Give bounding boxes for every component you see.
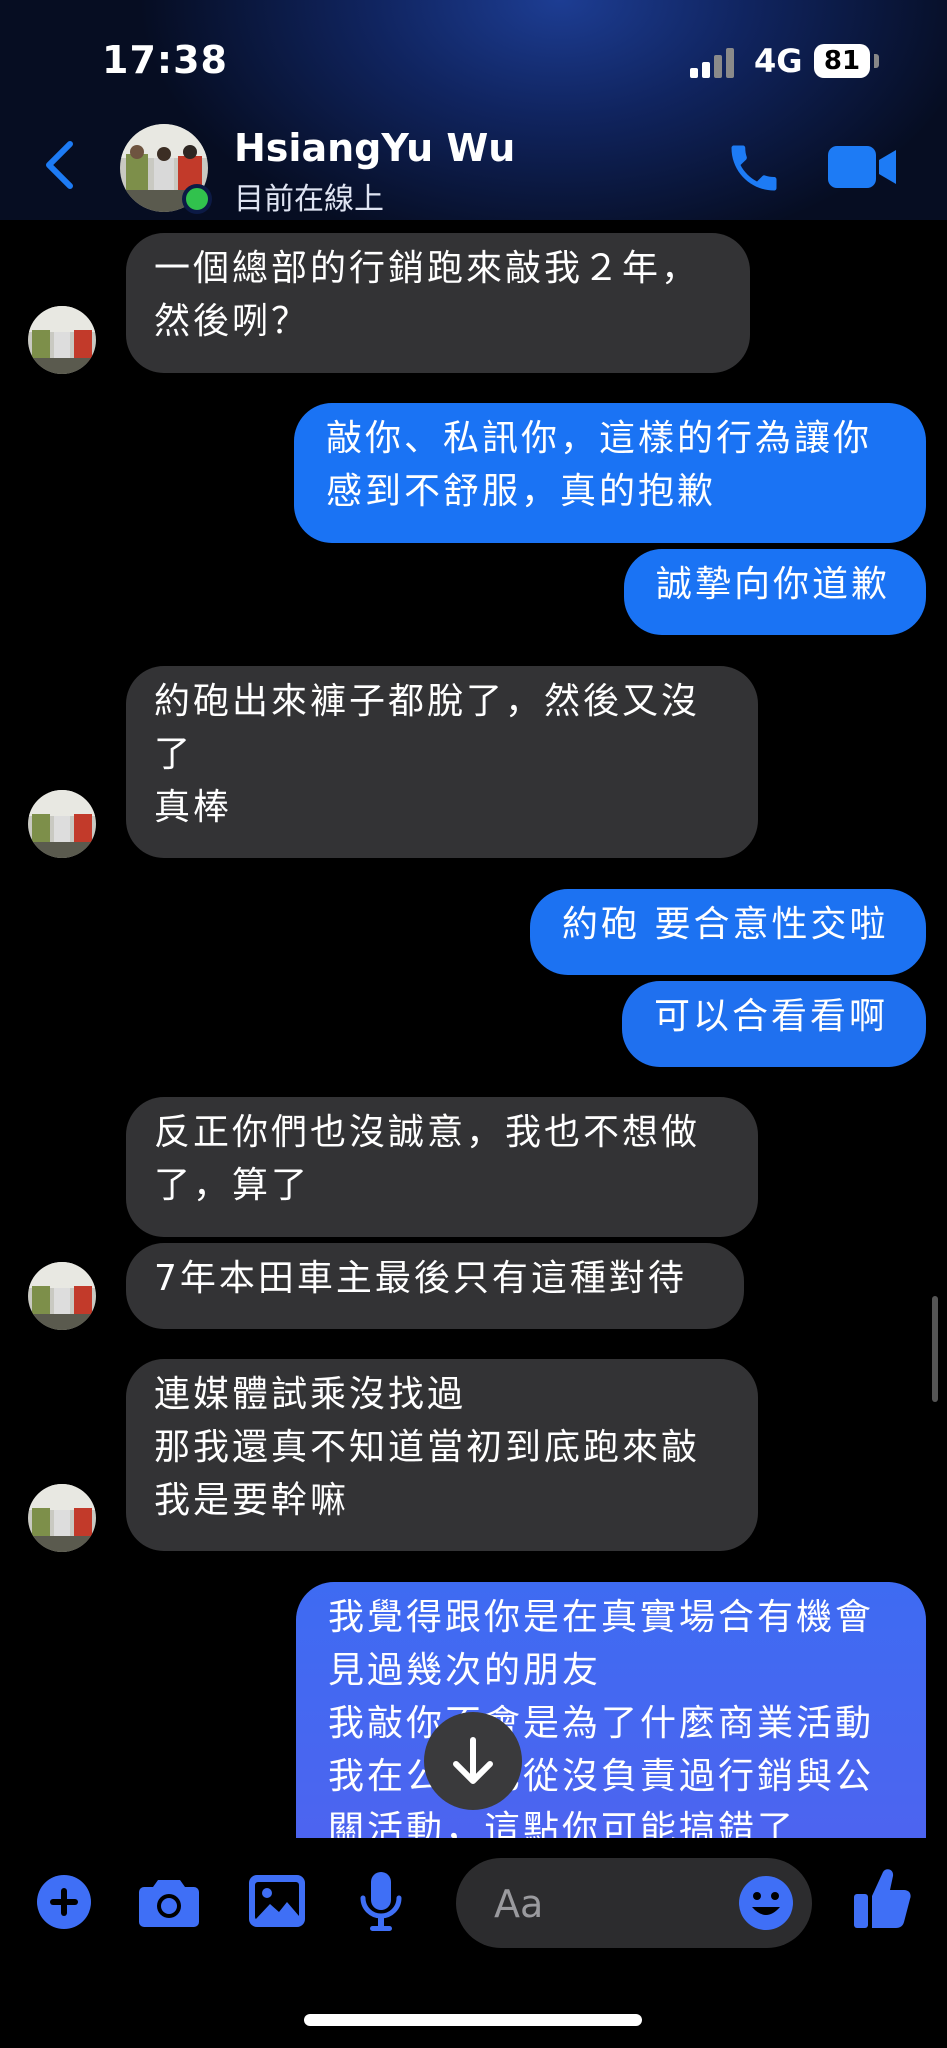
incoming-message-bubble[interactable]: 一個總部的行銷跑來敲我２年， 然後咧？ <box>126 233 750 373</box>
arrow-down-icon <box>453 1737 493 1784</box>
outgoing-message-bubble[interactable]: 可以合看看啊 <box>622 981 926 1067</box>
status-time: 17:38 <box>102 38 228 82</box>
network-type: 4G <box>754 42 803 80</box>
presence-status: 目前在線上 <box>234 182 384 217</box>
scroll-to-bottom-button[interactable] <box>424 1712 522 1810</box>
contact-name[interactable]: HsiangYu Wu <box>234 126 515 170</box>
thumbs-up-icon[interactable] <box>852 1866 912 1930</box>
outgoing-message-bubble[interactable]: 我覺得跟你是在真實場合有機會 見過幾次的朋友 我敲你不會是為了什麼商業活動 我在… <box>296 1582 926 1838</box>
outgoing-message-bubble[interactable]: 誠摯向你道歉 <box>624 549 926 635</box>
emoji-icon[interactable] <box>738 1875 794 1931</box>
outgoing-message-bubble[interactable]: 敲你、私訊你，這樣的行為讓你 感到不舒服，真的抱歉 <box>294 403 926 543</box>
online-status-dot <box>182 184 212 214</box>
back-chevron-icon[interactable] <box>40 140 80 190</box>
voice-call-icon[interactable] <box>724 138 784 198</box>
incoming-message-bubble[interactable]: 連媒體試乘沒找過 那我還真不知道當初到底跑來敲 我是要幹嘛 <box>126 1359 758 1551</box>
incoming-message-bubble[interactable]: 反正你們也沒誠意，我也不想做 了，算了 <box>126 1097 758 1237</box>
photo-gallery-icon[interactable] <box>248 1874 306 1928</box>
battery-icon: 81 <box>814 44 870 78</box>
sender-avatar[interactable] <box>28 1262 96 1330</box>
sender-avatar[interactable] <box>28 1484 96 1552</box>
outgoing-message-bubble[interactable]: 約砲 要合意性交啦 <box>530 889 926 975</box>
incoming-message-bubble[interactable]: 7年本田車主最後只有這種對待 <box>126 1243 744 1329</box>
camera-icon[interactable] <box>138 1876 200 1928</box>
sender-avatar[interactable] <box>28 790 96 858</box>
incoming-message-bubble[interactable]: 約砲出來褲子都脫了，然後又沒 了 真棒 <box>126 666 758 858</box>
sender-avatar[interactable] <box>28 306 96 374</box>
video-call-icon[interactable] <box>826 142 898 192</box>
plus-icon[interactable] <box>36 1874 92 1930</box>
signal-strength-icon <box>690 48 738 78</box>
chat-header: 17:38 4G 81 HsiangYu Wu 目前在線上 <box>0 0 947 220</box>
scrollbar[interactable] <box>932 1296 938 1402</box>
microphone-icon[interactable] <box>360 1870 402 1934</box>
home-indicator[interactable] <box>304 2014 642 2026</box>
message-composer[interactable] <box>456 1858 812 1948</box>
message-input[interactable] <box>492 1878 716 1930</box>
battery-tip <box>874 54 879 68</box>
